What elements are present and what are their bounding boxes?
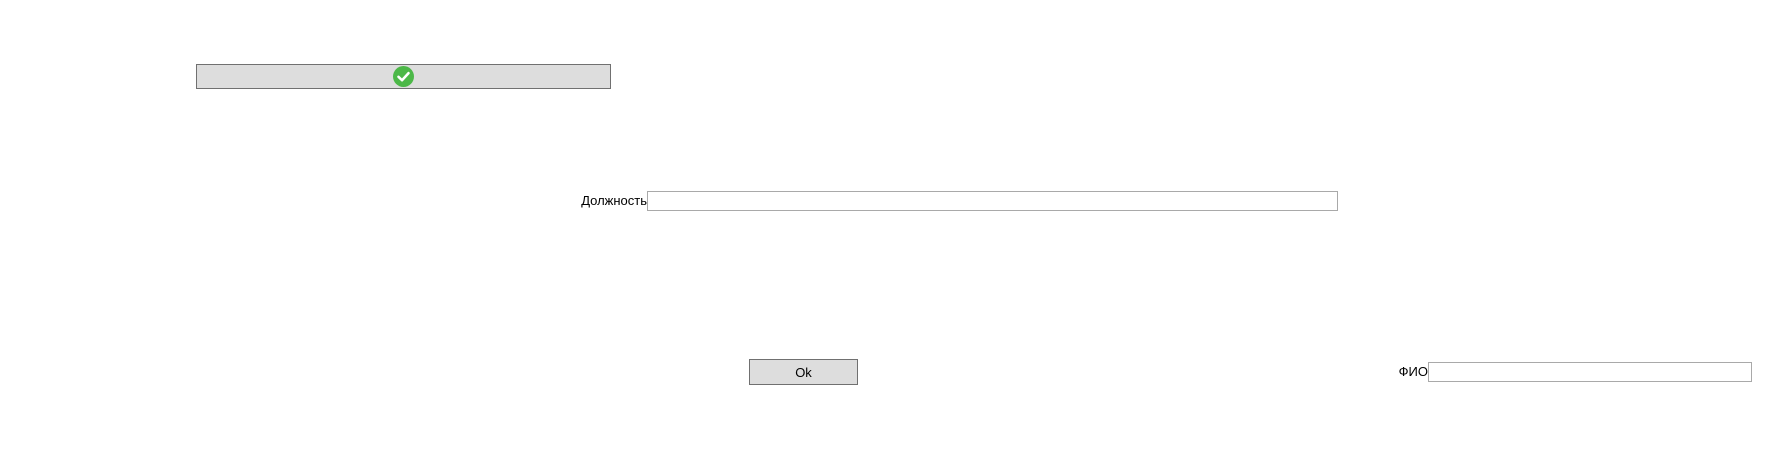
ok-button-label: Ok: [795, 364, 812, 380]
check-circle-icon: [393, 66, 414, 87]
position-label: Должность: [581, 193, 647, 208]
fio-input[interactable]: [1428, 362, 1752, 382]
confirm-button[interactable]: [196, 64, 611, 89]
ok-button[interactable]: Ok: [749, 359, 858, 385]
fio-label: ФИО: [1398, 364, 1428, 379]
position-input[interactable]: [647, 191, 1338, 211]
